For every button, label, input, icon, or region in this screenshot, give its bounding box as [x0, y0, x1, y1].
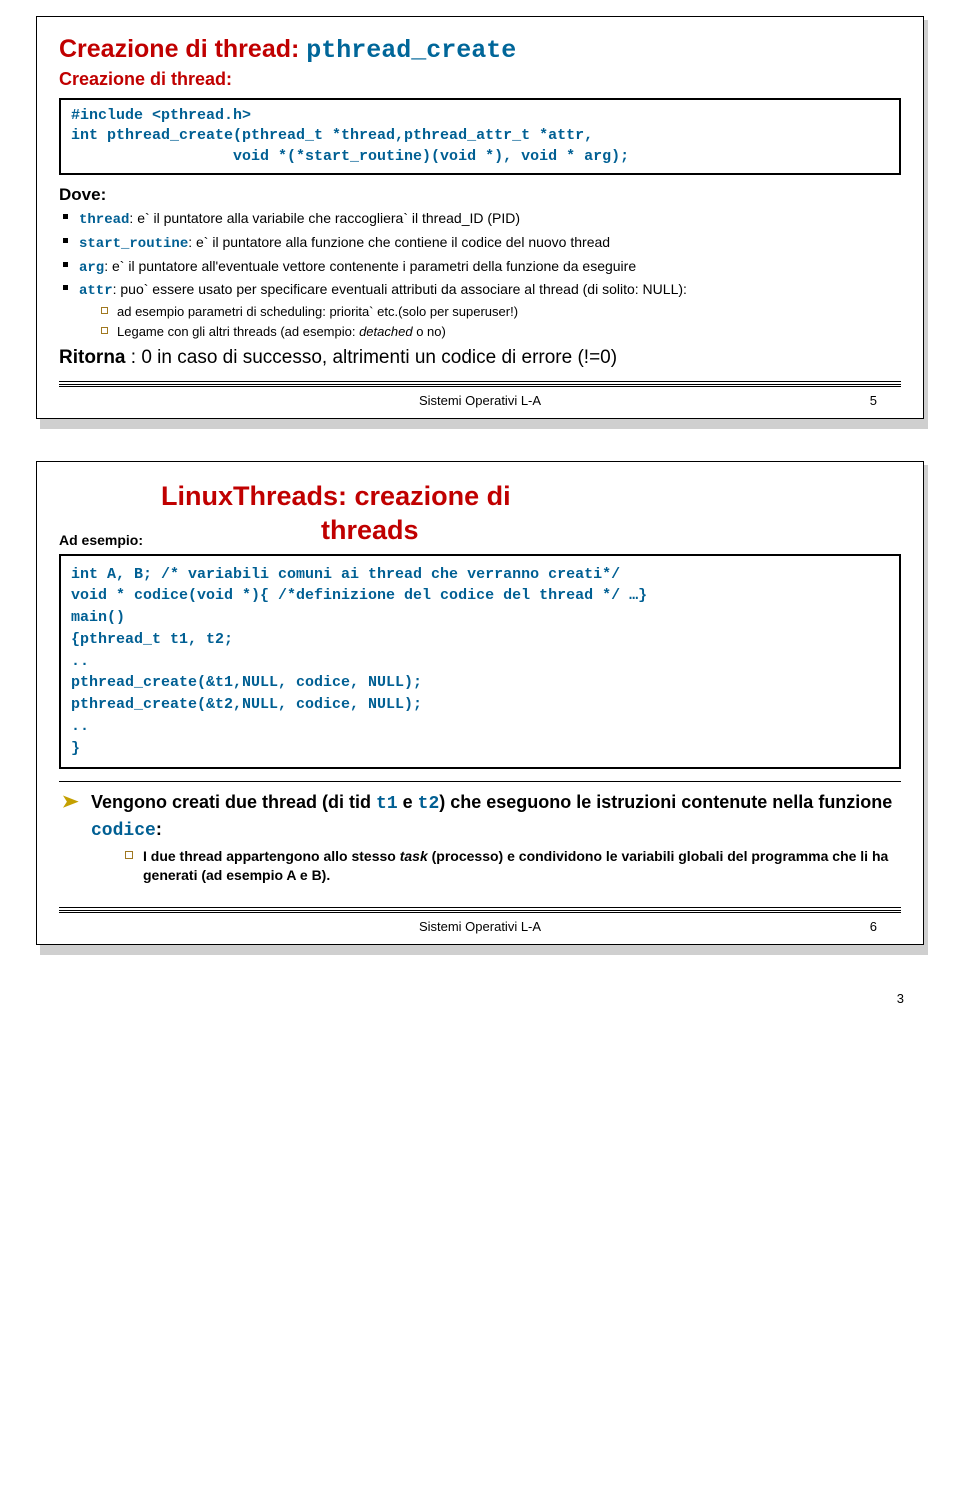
- title-line-1: LinuxThreads: creazione di: [161, 481, 511, 511]
- slide-subtitle: Creazione di thread:: [59, 69, 901, 90]
- code-keyword: thread: [79, 212, 129, 228]
- code-inline: codice: [91, 821, 156, 841]
- bullet-item: start_routine: e` il puntatore alla funz…: [59, 233, 901, 254]
- bullet-text: : e` il puntatore alla variabile che rac…: [129, 210, 520, 226]
- footer-text: Sistemi Operativi L-A: [419, 919, 541, 934]
- sub-bullet-list: I due thread appartengono allo stesso ta…: [123, 847, 901, 885]
- code-keyword: arg: [79, 260, 104, 276]
- code-line: void * codice(void *){ /*definizione del…: [71, 585, 889, 607]
- code-line: pthread_create(&t2,NULL, codice, NULL);: [71, 694, 889, 716]
- bullet-item: attr: puo` essere usato per specificare …: [59, 280, 901, 340]
- sub-bullet-text-pre: Legame con gli altri threads (ad esempio…: [117, 324, 359, 339]
- code-keyword: start_routine: [79, 236, 188, 252]
- footer-text: Sistemi Operativi L-A: [419, 393, 541, 408]
- ad-esempio-label: Ad esempio:: [59, 532, 143, 548]
- sub-bullet-item: ad esempio parametri di scheduling: prio…: [99, 303, 901, 321]
- code-inline: t1: [376, 794, 398, 814]
- title-text-plain: Creazione di thread:: [59, 35, 306, 63]
- code-inline: t2: [418, 794, 440, 814]
- sub-text-italic: task: [400, 848, 428, 864]
- double-rule: [59, 381, 901, 387]
- dove-heading: Dove:: [59, 185, 901, 205]
- arrow-text-pre: Vengono creati due thread (di tid: [91, 792, 376, 812]
- ritorna-line: Ritorna : 0 in caso di successo, altrime…: [59, 346, 901, 371]
- bullet-text: : e` il puntatore all'eventuale vettore …: [104, 258, 636, 274]
- single-rule: [59, 781, 901, 782]
- ritorna-bold: Ritorna: [59, 347, 126, 368]
- sub-bullet-item: I due thread appartengono allo stesso ta…: [123, 847, 901, 885]
- slide-footer: Sistemi Operativi L-A 5: [59, 393, 901, 408]
- bullet-item: arg: e` il puntatore all'eventuale vetto…: [59, 257, 901, 278]
- bullet-text: : puo` essere usato per specificare even…: [113, 281, 687, 297]
- title-text-mono: pthread_create: [306, 36, 516, 65]
- arrow-text-mid: e: [398, 792, 418, 812]
- page: Creazione di thread: pthread_create Crea…: [0, 16, 960, 1022]
- ritorna-rest: : 0 in caso di successo, altrimenti un c…: [126, 347, 618, 368]
- sub-bullet-list: ad esempio parametri di scheduling: prio…: [99, 303, 901, 340]
- code-line: int A, B; /* variabili comuni ai thread …: [71, 564, 889, 586]
- card-body: Creazione di thread: pthread_create Crea…: [36, 16, 924, 419]
- title-line-2: threads: [161, 514, 419, 548]
- bullet-item: thread: e` il puntatore alla variabile c…: [59, 209, 901, 230]
- code-line: #include <pthread.h>: [71, 106, 889, 126]
- code-line: void *(*start_routine)(void *), void * a…: [71, 147, 889, 167]
- code-block: int A, B; /* variabili comuni ai thread …: [59, 554, 901, 770]
- sub-bullet-item: Legame con gli altri threads (ad esempio…: [99, 323, 901, 341]
- slide-footer: Sistemi Operativi L-A 6: [59, 919, 901, 934]
- sub-text-pre: I due thread appartengono allo stesso: [143, 848, 400, 864]
- arrow-bullet: Vengono creati due thread (di tid t1 e t…: [59, 790, 901, 884]
- bullet-list: thread: e` il puntatore alla variabile c…: [59, 209, 901, 341]
- sub-bullet-text-post: o no): [413, 324, 446, 339]
- code-block: #include <pthread.h>int pthread_create(p…: [59, 98, 901, 175]
- code-line: pthread_create(&t1,NULL, codice, NULL);: [71, 672, 889, 694]
- bullet-text: : e` il puntatore alla funzione che cont…: [188, 234, 610, 250]
- double-rule: [59, 907, 901, 913]
- slide-title: Creazione di thread: pthread_create: [59, 35, 901, 65]
- sub-bullet-italic: detached: [359, 324, 413, 339]
- code-line: }: [71, 738, 889, 760]
- sub-bullet-text: ad esempio parametri di scheduling: prio…: [117, 304, 518, 319]
- page-number: 3: [0, 961, 960, 1022]
- code-line: main(): [71, 607, 889, 629]
- title-row: Ad esempio: LinuxThreads: creazione di t…: [59, 480, 901, 554]
- slide-title: LinuxThreads: creazione di threads: [161, 480, 901, 548]
- slide-number: 6: [870, 919, 877, 934]
- code-line: {pthread_t t1, t2;: [71, 629, 889, 651]
- code-line: ..: [71, 651, 889, 673]
- slide-number: 5: [870, 393, 877, 408]
- arrow-text-post1: ) che eseguono le istruzioni contenute n…: [439, 792, 892, 812]
- code-line: int pthread_create(pthread_t *thread,pth…: [71, 126, 889, 146]
- slide-1: Creazione di thread: pthread_create Crea…: [36, 16, 924, 425]
- code-line: ..: [71, 716, 889, 738]
- code-keyword: attr: [79, 283, 113, 299]
- arrow-text-post2: :: [156, 819, 162, 839]
- slide-2: Ad esempio: LinuxThreads: creazione di t…: [36, 461, 924, 951]
- card-body: Ad esempio: LinuxThreads: creazione di t…: [36, 461, 924, 945]
